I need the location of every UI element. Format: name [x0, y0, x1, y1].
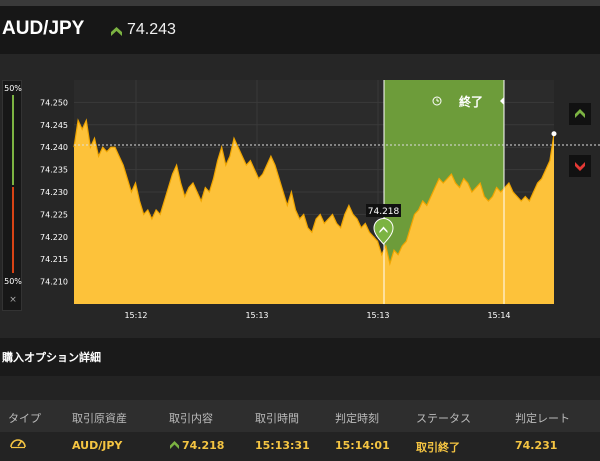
y-tick-label: 74.225 — [40, 210, 68, 219]
row-trade-time: 15:13:31 — [255, 439, 310, 452]
x-tick-label: 15:12 — [124, 311, 147, 320]
current-price: 74.243 — [127, 21, 176, 38]
y-tick-label: 74.250 — [40, 98, 68, 107]
column-header-rate: 判定レート — [515, 412, 570, 425]
call-button[interactable] — [569, 103, 591, 125]
x-tick-label: 15:13 — [245, 311, 268, 320]
up-chevron-icon — [575, 109, 585, 118]
down-chevron-icon — [575, 162, 585, 171]
entry-price-label: 74.218 — [368, 207, 400, 217]
row-rate: 74.231 — [515, 439, 558, 452]
asset-pair-title: AUD/JPY — [2, 18, 85, 39]
y-tick-label: 74.240 — [40, 143, 68, 152]
price-chart: 終了 74.218 74.250 74.245 74.240 74.235 74.230… — [40, 80, 600, 320]
row-content: 74.218 — [182, 439, 225, 452]
y-tick-label: 74.235 — [40, 166, 68, 175]
row-asset: AUD/JPY — [72, 439, 123, 452]
up-chevron-icon — [170, 441, 179, 449]
y-tick-label: 74.245 — [40, 121, 68, 130]
expiry-label: 終了 — [459, 94, 483, 109]
y-tick-label: 74.220 — [40, 233, 68, 242]
column-header-status: ステータス — [416, 412, 471, 425]
x-tick-label: 15:14 — [487, 311, 510, 320]
last-price-marker — [551, 131, 557, 137]
column-header-asset: 取引原資産 — [72, 412, 127, 425]
column-header-content: 取引内容 — [169, 412, 213, 425]
y-tick-label: 74.210 — [40, 278, 68, 287]
gauge-icon — [10, 439, 26, 449]
details-title: 購入オプション詳細 — [2, 351, 101, 364]
row-judge-time: 15:14:01 — [335, 439, 390, 452]
asset-header — [0, 6, 600, 54]
put-button[interactable] — [569, 155, 591, 177]
column-header-judge-time: 判定時刻 — [335, 412, 379, 425]
row-status: 取引終了 — [416, 441, 460, 454]
x-tick-label: 15:13 — [366, 311, 389, 320]
price-up-icon — [111, 27, 122, 36]
column-header-trade-time: 取引時間 — [255, 412, 299, 425]
y-tick-label: 74.230 — [40, 188, 68, 197]
y-tick-label: 74.215 — [40, 255, 68, 264]
column-header-type: タイプ — [8, 412, 41, 425]
